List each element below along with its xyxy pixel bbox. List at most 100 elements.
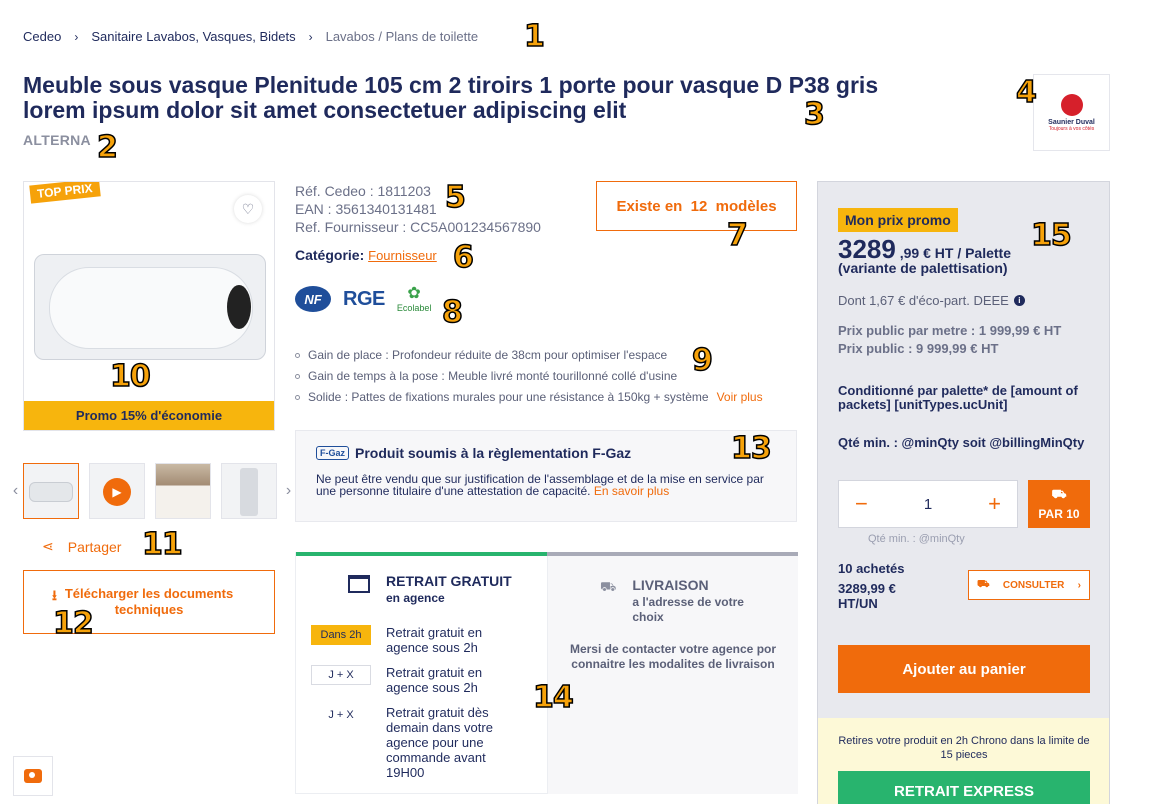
par10-button[interactable]: ⛟ PAR 10 xyxy=(1028,480,1090,528)
breadcrumb-item-cedeo[interactable]: Cedeo xyxy=(23,29,61,44)
retrait-text: Retrait gratuit dès demain dans votre ag… xyxy=(386,705,493,780)
price-variant: (variante de palettisation) xyxy=(838,260,1008,276)
livraison-title: LIVRAISON xyxy=(632,577,709,593)
retrait-title: RETRAIT GRATUIT xyxy=(386,573,512,589)
add-to-cart-button[interactable]: Ajouter au panier xyxy=(838,645,1090,693)
fgaz-title: Produit soumis à la règlementation F-Gaz xyxy=(355,445,632,461)
deee: Dont 1,67 € d'éco-part. DEEE i xyxy=(838,293,1025,308)
share-button[interactable]: ⋖ Partager xyxy=(42,538,121,555)
fgaz-text: Ne peut être vendu que sur justification… xyxy=(316,472,764,498)
heart-icon[interactable]: ♡ xyxy=(234,195,262,223)
thumbnail-carousel: ‹ ▶ › xyxy=(8,463,296,519)
chevron-right-icon: › xyxy=(74,29,79,44)
fgaz-notice: F-Gaz Produit soumis à la règlementation… xyxy=(295,430,797,522)
brand-name[interactable]: ALTERNA xyxy=(23,132,91,148)
breadcrumb-item-sanitaire[interactable]: Sanitaire Lavabos, Vasques, Bidets xyxy=(91,29,295,44)
chevron-right-icon: › xyxy=(1077,579,1081,591)
brand-logo-text: Saunier Duval xyxy=(1048,118,1095,126)
marker-11: 11 xyxy=(141,527,183,562)
retrait-sub: en agence xyxy=(386,591,445,605)
marker-2: 2 xyxy=(96,130,118,165)
public-prices: Prix public par metre : 1 999,99 € HT Pr… xyxy=(838,322,1088,358)
price-dec: ,99 € HT / Palette xyxy=(899,245,1012,261)
livraison-message: Mersi de contacter votre agence por conn… xyxy=(569,642,777,671)
en-savoir-plus-link[interactable]: En savoir plus xyxy=(594,484,669,498)
info-icon[interactable]: i xyxy=(1013,295,1025,306)
retrait-row: J + X Retrait gratuit dès demain dans vo… xyxy=(311,705,516,780)
achetes: 10 achetés xyxy=(838,561,905,576)
min-qty: Qté min. : @minQty soit @billingMinQty xyxy=(838,435,1085,450)
promo-banner: Promo 15% d'économie xyxy=(24,401,274,430)
flower-icon: ✿ xyxy=(407,285,421,302)
camera-button[interactable] xyxy=(13,756,53,796)
breadcrumb: Cedeo › Sanitaire Lavabos, Vasques, Bide… xyxy=(23,29,478,44)
consulter-button[interactable]: ⛟ CONSULTER › xyxy=(968,570,1090,600)
brand-logo[interactable]: Saunier Duval Toujours à vos côtés xyxy=(1033,74,1110,151)
share-label: Partager xyxy=(67,538,122,555)
thumbnail-3[interactable] xyxy=(155,463,211,519)
chrono-text: Retires votre produit en 2h Chrono dans … xyxy=(838,735,1090,761)
thumbnail-video[interactable]: ▶ xyxy=(89,463,145,519)
product-refs: Réf. Cedeo : 1811203 EAN : 3561340131481… xyxy=(295,182,541,236)
list-item: Gain de temps à la pose : Meuble livré m… xyxy=(295,366,797,387)
thumbnail-4[interactable] xyxy=(221,463,277,519)
page-title: Meuble sous vasque Plenitude 105 cm 2 ti… xyxy=(23,72,879,123)
camera-icon xyxy=(24,769,42,783)
marker-15: 15 xyxy=(1030,218,1072,253)
retrait-row: Dans 2h Retrait gratuit en agence sous 2… xyxy=(311,625,516,655)
marker-14: 14 xyxy=(532,680,574,715)
download-icon: ⭳ xyxy=(52,587,57,603)
marker-1: 1 xyxy=(523,19,545,54)
retrait-express-button[interactable]: RETRAIT EXPRESS xyxy=(838,771,1090,804)
chevron-right-icon[interactable]: › xyxy=(281,482,296,500)
minus-button[interactable]: − xyxy=(855,491,868,517)
retrait-text: Retrait gratuit en agence sous 2h xyxy=(386,625,483,655)
thumbnail-1[interactable] xyxy=(23,463,79,519)
list-item: Solide : Pattes de fixations murales pou… xyxy=(295,387,797,408)
marker-8: 8 xyxy=(441,295,463,330)
retrait-row: J + X Retrait gratuit en agence sous 2h xyxy=(311,665,516,695)
retrait-badge: J + X xyxy=(328,709,354,721)
retrait-badge: J + X xyxy=(311,665,371,685)
marker-4: 4 xyxy=(1015,75,1037,110)
plus-button[interactable]: + xyxy=(988,491,1001,517)
marker-13: 13 xyxy=(730,431,772,466)
ean: EAN : 3561340131481 xyxy=(295,201,437,217)
marker-5: 5 xyxy=(444,180,466,215)
chevron-right-icon: › xyxy=(308,29,313,44)
breadcrumb-item-current: Lavabos / Plans de toilette xyxy=(325,29,479,44)
truck-icon: ⛟ xyxy=(600,579,617,594)
price-panel: Mon prix promo 3289 ,99 € HT / Palette (… xyxy=(817,181,1110,804)
livraison-option[interactable]: ⛟ LIVRAISON a l'adresse de votre choix M… xyxy=(547,556,798,794)
public-price: Prix public : 9 999,99 € HT xyxy=(838,341,999,356)
conditionnement: Conditionné par palette* de [amount of p… xyxy=(838,383,1078,412)
voir-plus-link[interactable]: Voir plus xyxy=(717,387,763,408)
quantity-value[interactable]: 1 xyxy=(924,496,932,513)
models-button[interactable]: Existe en 12 modèles xyxy=(596,181,797,231)
unit-price: 3289,99 € HT/UN xyxy=(838,581,896,611)
retrait-option[interactable]: RETRAIT GRATUIT en agence xyxy=(348,573,512,605)
marker-9: 9 xyxy=(691,343,713,378)
brand-logo-tagline: Toujours à vos côtés xyxy=(1048,125,1095,132)
bathtub-image xyxy=(34,254,266,360)
marker-12: 12 xyxy=(52,606,94,641)
fgaz-logo: F-Gaz xyxy=(316,446,350,460)
nf-logo: NF xyxy=(295,286,331,312)
chrono-zone: Retires votre produit en 2h Chrono dans … xyxy=(818,718,1109,804)
public-price-metre: Prix public par metre : 1 999,99 € HT xyxy=(838,323,1062,338)
ecolabel-logo: ✿ Ecolabel xyxy=(396,285,432,313)
marker-10: 10 xyxy=(109,359,151,394)
ref-cedeo: Réf. Cedeo : 1811203 xyxy=(295,183,431,199)
chevron-left-icon[interactable]: ‹ xyxy=(8,482,23,500)
marker-6: 6 xyxy=(452,240,474,275)
category-link[interactable]: Fournisseur xyxy=(368,248,437,263)
marker-3: 3 xyxy=(803,97,825,132)
store-icon xyxy=(348,575,370,593)
retrait-badge: Dans 2h xyxy=(311,625,371,645)
marker-7: 7 xyxy=(726,218,748,253)
rge-logo: RGE xyxy=(343,287,385,310)
bulk-offer: 10 achetés 3289,99 € HT/UN xyxy=(838,561,938,611)
qty-min-hint: Qté min. : @minQty xyxy=(868,533,965,545)
play-icon: ▶ xyxy=(103,478,131,506)
delivery-options: RETRAIT GRATUIT en agence Dans 2h Retrai… xyxy=(295,552,798,794)
